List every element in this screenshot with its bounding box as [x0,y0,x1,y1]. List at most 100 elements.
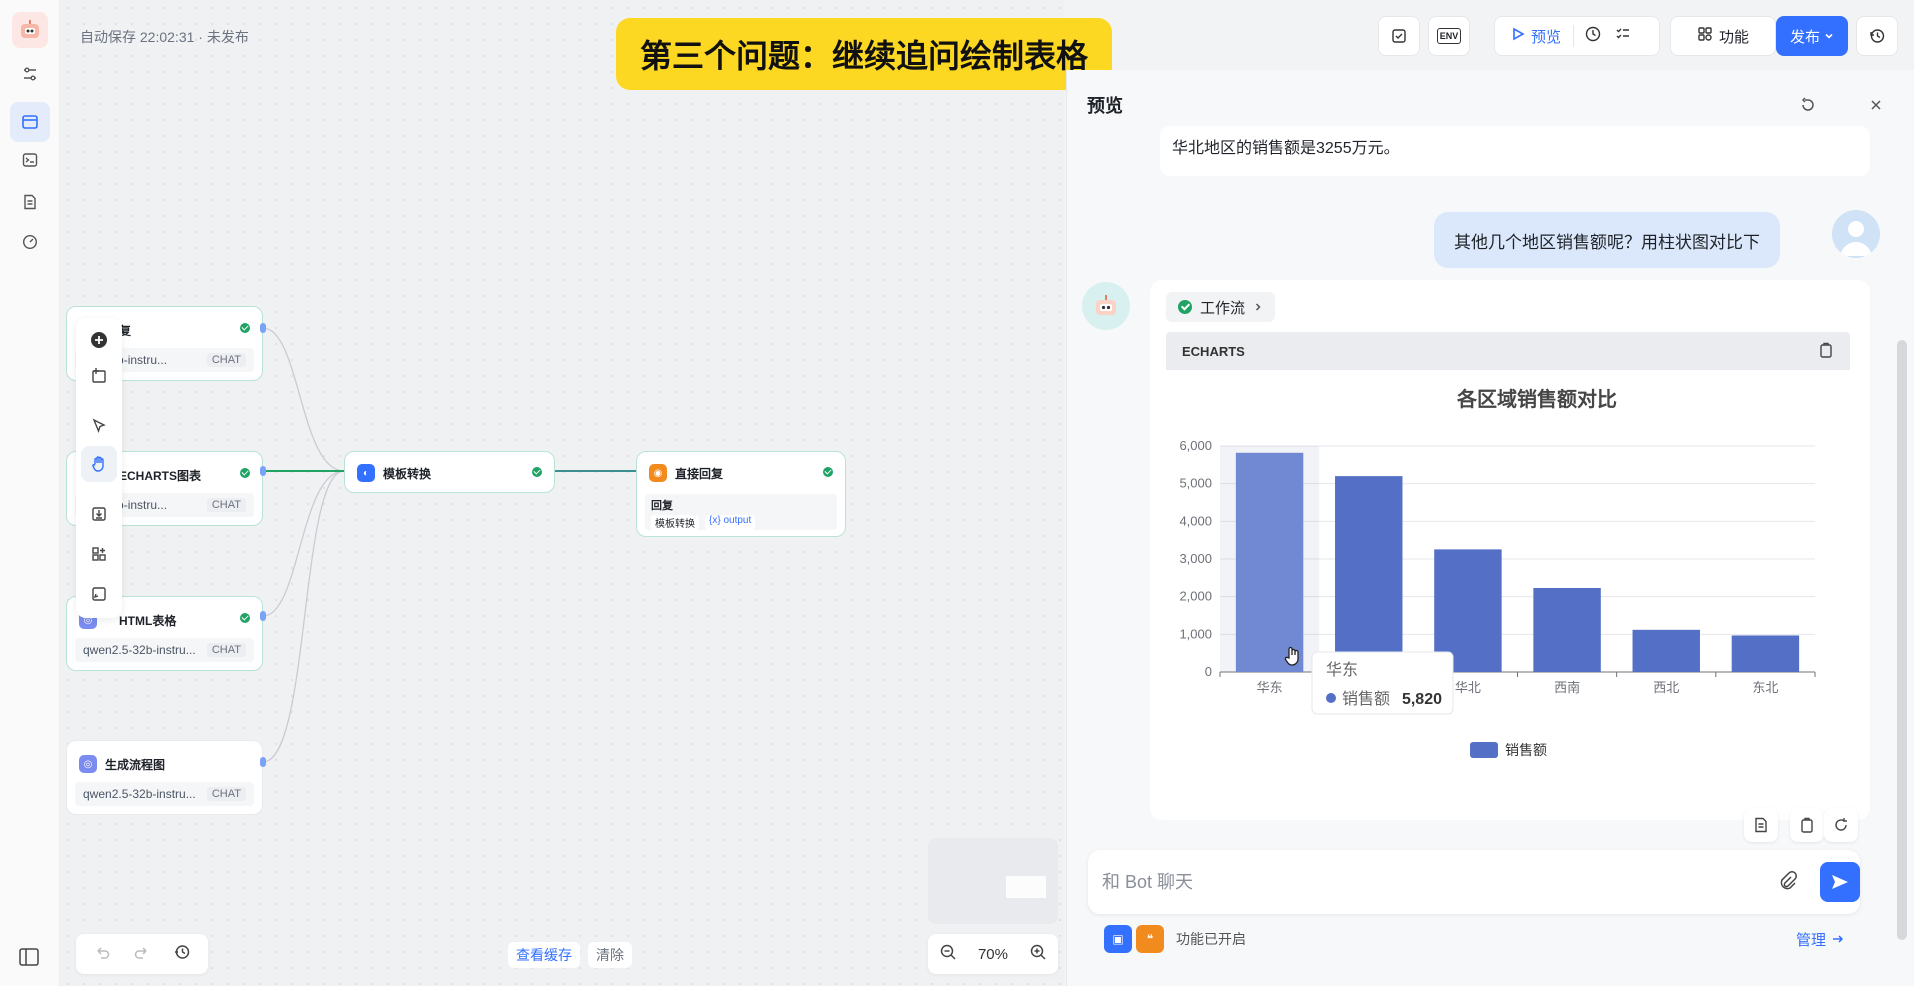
hand-pan-icon[interactable] [81,446,117,482]
manage-link[interactable]: 管理 [1796,929,1844,950]
add-note-icon[interactable] [87,364,111,388]
bar [1335,476,1403,672]
run-history-icon[interactable] [1584,25,1602,47]
add-node-icon[interactable] [87,328,111,352]
y-tick-label: 6,000 [1179,438,1212,453]
env-button[interactable]: ENV [1428,16,1470,56]
fit-view-icon[interactable] [87,582,111,606]
import-dsl-icon[interactable] [87,502,111,526]
tooltip-marker [1326,693,1336,703]
x-tick-label: 华东 [1257,680,1283,695]
success-check-icon [1178,300,1192,314]
y-tick-label: 2,000 [1179,589,1212,604]
arrow-right-icon [1833,935,1844,943]
tooltip-value: 5,820 [1402,691,1442,708]
copy-icon[interactable] [1818,342,1834,361]
template-transform-node[interactable]: ◐ 模板转换 [344,451,555,493]
attach-icon[interactable] [1776,870,1800,894]
node-output-port[interactable] [260,323,266,333]
send-button[interactable] [1820,862,1860,902]
undo-icon[interactable] [93,943,111,966]
minimap-viewport[interactable] [1006,876,1046,898]
node-model: qwen2.5-32b-instru... [83,787,196,801]
debug-check-button[interactable] [1378,16,1420,56]
features-label: 功能 [1718,28,1749,46]
y-tick-label: 4,000 [1179,513,1212,528]
file-upload-feature-icon[interactable]: ▣ [1104,925,1132,953]
pointer-icon[interactable] [87,414,111,438]
x-tick-label: 东北 [1752,680,1778,695]
node-model: qwen2.5-32b-instru... [83,643,196,657]
node-title: HTML表格 [119,613,177,628]
legend-label: 销售额 [1505,742,1547,758]
history-controls [76,934,208,974]
node-output-port[interactable] [260,466,266,476]
preview-button[interactable]: 预览 [1531,26,1561,47]
bar [1235,452,1304,672]
preview-group: 预览 [1494,16,1660,56]
quote-feature-icon[interactable]: ❝ [1136,925,1164,953]
success-check-icon [823,467,833,477]
checklist-icon [1392,29,1406,43]
echarts-chart[interactable]: 各区域销售额对比 0 1,000 2,000 3,000 4,000 5,000 6,000 华… [1150,370,1870,820]
organize-blocks-icon[interactable] [87,542,111,566]
clear-cache-button[interactable]: 清除 [588,942,632,968]
node-output-port[interactable] [260,757,266,767]
zoom-out-icon[interactable] [939,943,957,965]
var-source: 模板转换 [651,515,699,530]
legend-swatch [1470,742,1498,758]
checklist-menu-icon[interactable] [1614,25,1632,47]
env-label: ENV [1436,28,1462,44]
chevron-down-icon [1824,28,1834,45]
y-tick-label: 5,000 [1179,476,1212,491]
node-title: 直接回复 [675,466,724,481]
publish-label: 发布 [1789,28,1820,46]
x-tick-label: 西北 [1653,680,1679,695]
features-button[interactable]: 功能 [1670,16,1776,56]
bot-reply-card: 工作流 ECHARTS 各区域销售额对比 0 1,000 2,000 3,000 4,00… [1150,280,1870,820]
features-row: ▣ ❝ 功能已开启 管理 [1104,924,1844,954]
send-icon [1832,875,1848,889]
reply-icon: ◉ [649,464,667,482]
workflow-status[interactable]: 工作流 [1166,292,1276,322]
publish-button[interactable]: 发布 [1776,16,1848,56]
chat-input[interactable] [1102,866,1742,898]
template-icon: ◐ [357,464,375,482]
refresh-icon [1835,818,1847,831]
copy-icon [1801,817,1813,833]
play-icon [1511,27,1525,45]
message-note-button[interactable] [1744,808,1778,842]
success-check-icon [532,467,542,477]
history-icon[interactable] [173,943,191,966]
preview-title: 预览 [1087,96,1123,116]
zoom-control: 70% [928,934,1058,974]
code-block-header: ECHARTS [1166,332,1850,370]
version-history-button[interactable] [1856,16,1898,56]
restart-icon[interactable] [1799,96,1819,116]
chat-scrollbar[interactable] [1897,340,1907,940]
message-regenerate-button[interactable] [1824,808,1858,842]
success-check-icon [240,468,250,478]
llm-node-flowchart[interactable]: ◎ 生成流程图 qwen2.5-32b-instru... CHAT [66,740,263,815]
node-model-tag: CHAT [206,643,246,657]
direct-reply-node[interactable]: ◉ 直接回复 回复 模板转换 {x} output [636,451,846,537]
redo-icon[interactable] [133,943,151,966]
x-tick-label: 西南 [1554,680,1580,695]
tooltip-series: 销售额 [1342,690,1390,708]
close-icon[interactable] [1867,96,1887,116]
message-copy-button[interactable] [1790,808,1824,842]
x-tick-label: 华北 [1455,680,1481,695]
user-avatar [1832,210,1880,258]
tooltip-category: 华东 [1326,661,1358,679]
minimap[interactable] [928,838,1058,924]
view-cache-button[interactable]: 查看缓存 [508,942,580,968]
llm-icon: ◎ [79,755,97,773]
canvas-toolbox [76,318,122,618]
zoom-in-icon[interactable] [1029,943,1047,965]
node-title: ECHARTS图表 [119,468,202,483]
success-check-icon [240,323,250,333]
workflow-label: 工作流 [1200,299,1246,317]
bar [1632,629,1700,672]
chart-title: 各区域销售额对比 [1456,387,1617,411]
node-output-port[interactable] [260,611,266,621]
